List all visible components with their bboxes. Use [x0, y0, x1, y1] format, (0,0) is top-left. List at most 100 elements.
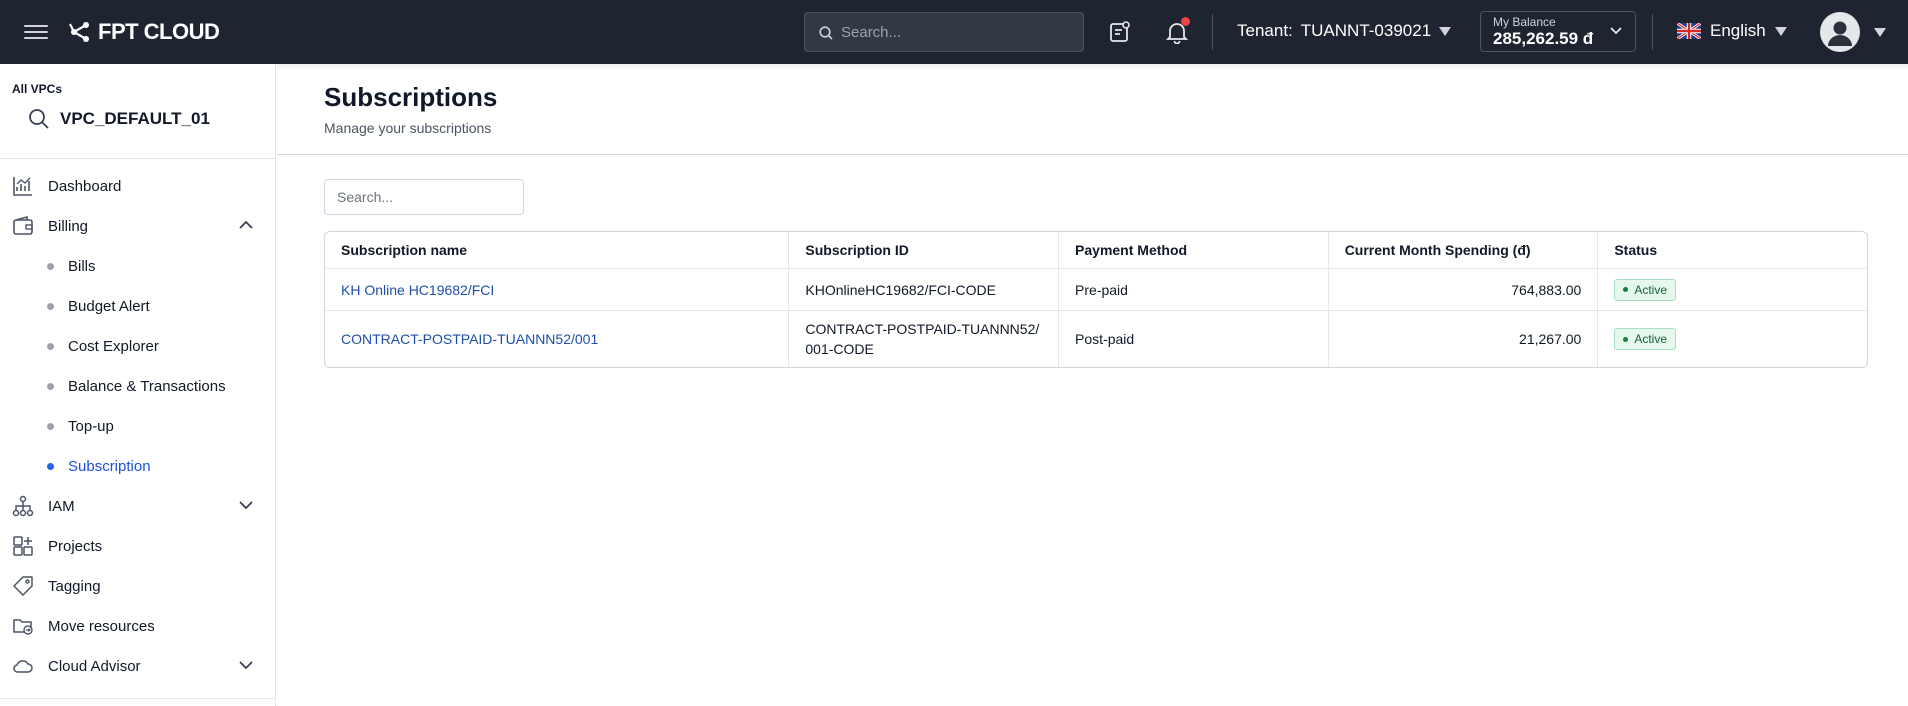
sidebar-item-label: Dashboard: [48, 177, 122, 195]
bullet: [47, 462, 54, 470]
status-cell: Active: [1597, 311, 1867, 367]
spending-cell: 764,883.00: [1327, 269, 1598, 310]
shadow: [277, 64, 1908, 70]
vpc-name: VPC_DEFAULT_01: [60, 109, 210, 128]
sidebar-item-iam[interactable]: IAM: [0, 486, 276, 526]
sidebar-item-label: Tagging: [48, 577, 101, 595]
sidebar-item-tagging[interactable]: Tagging: [0, 566, 276, 606]
sidebar-subitem-subscription[interactable]: Subscription: [0, 446, 276, 486]
sidebar-item-projects[interactable]: Projects: [0, 526, 276, 566]
status-badge: Active: [1614, 328, 1677, 350]
sidebar-item-move-resources[interactable]: Move resources: [0, 606, 276, 646]
bullet: [47, 302, 54, 310]
logo[interactable]: FPT CLOUD: [68, 19, 220, 45]
subscription-id-cell: CONTRACT-POSTPAID-TUANNN52/001-CODE: [788, 311, 1058, 367]
caret-down-icon[interactable]: [1874, 28, 1886, 37]
sidebar-subitem-label: Budget Alert: [68, 297, 150, 315]
search-icon: [29, 109, 49, 129]
subscription-name-cell: CONTRACT-POSTPAID-TUANNN52/001: [325, 311, 788, 367]
chevron-down-icon: [239, 661, 253, 670]
tenant-label: Tenant:: [1237, 21, 1293, 40]
sidebar-subitem-cost-explorer[interactable]: Cost Explorer: [0, 326, 276, 366]
language-selector[interactable]: English: [1677, 21, 1787, 41]
menu-icon[interactable]: [24, 21, 48, 43]
sidebar-item-label: Cloud Advisor: [48, 657, 141, 675]
column-header[interactable]: Subscription ID: [788, 232, 1058, 268]
tenant-selector[interactable]: Tenant: TUANNT-039021: [1237, 21, 1452, 41]
page-title: Subscriptions: [324, 82, 498, 112]
status-text: Active: [1634, 282, 1668, 297]
subscription-link[interactable]: CONTRACT-POSTPAID-TUANNN52/001: [341, 331, 598, 347]
tag-icon: [13, 576, 33, 596]
avatar[interactable]: [1820, 12, 1860, 52]
global-search-input[interactable]: [841, 23, 1071, 41]
sidebar-subitem-balance-transactions[interactable]: Balance & Transactions: [0, 366, 276, 406]
subscription-search-input[interactable]: [324, 179, 524, 215]
subscription-name-cell: KH Online HC19682/FCI: [325, 269, 788, 310]
folder-move-icon: [13, 619, 33, 635]
sidebar-item-label: Move resources: [48, 617, 155, 635]
divider: [1212, 14, 1213, 50]
search-icon: [819, 26, 833, 40]
divider: [1652, 14, 1653, 50]
divider: [0, 698, 276, 706]
spending-cell: 21,267.00: [1327, 311, 1598, 367]
payment-method-cell: Pre-paid: [1058, 269, 1328, 310]
divider: [0, 158, 276, 159]
global-search[interactable]: [804, 12, 1084, 52]
sidebar-subitem-label: Cost Explorer: [68, 337, 159, 355]
chart-line-icon: [13, 177, 32, 196]
bullet: [47, 422, 54, 430]
top-bar: FPT CLOUD Tenant: TUANNT-039021 My Balan…: [0, 0, 1908, 64]
sidebar-subitem-label: Balance & Transactions: [68, 377, 226, 395]
cloud-icon: [13, 660, 33, 673]
sidebar-subitem-bills[interactable]: Bills: [0, 246, 276, 286]
balance-value: 285,262.59 đ: [1493, 29, 1594, 48]
subscriptions-table: Subscription name Subscription ID Paymen…: [324, 231, 1868, 368]
sidebar-item-billing[interactable]: Billing: [0, 206, 276, 246]
bullet: [47, 262, 54, 270]
sidebar-subitem-budget-alert[interactable]: Budget Alert: [0, 286, 276, 326]
subscription-link[interactable]: KH Online HC19682/FCI: [341, 282, 494, 298]
fpt-logo-icon: [69, 22, 89, 42]
sidebar-nav: Dashboard Billing Bills Budget Alert Cos…: [0, 166, 276, 686]
main-content: Subscriptions Manage your subscriptions …: [277, 64, 1908, 706]
column-header[interactable]: Status: [1597, 232, 1867, 268]
table-row: KH Online HC19682/FCI KHOnlineHC19682/FC…: [325, 268, 1867, 310]
sidebar-subitem-label: Bills: [68, 257, 96, 275]
balance-label: My Balance: [1493, 15, 1556, 29]
vpc-selector[interactable]: VPC_DEFAULT_01: [28, 108, 210, 130]
chevron-up-icon: [239, 220, 253, 229]
table-header: Subscription name Subscription ID Paymen…: [325, 232, 1867, 268]
sidebar-item-label: Billing: [48, 217, 89, 235]
sidebar-subitem-top-up[interactable]: Top-up: [0, 406, 276, 446]
tenant-value: TUANNT-039021: [1300, 21, 1432, 40]
column-header[interactable]: Subscription name: [325, 232, 788, 268]
balance-dropdown[interactable]: My Balance 285,262.59 đ: [1480, 11, 1636, 52]
table-row: CONTRACT-POSTPAID-TUANNN52/001 CONTRACT-…: [325, 310, 1867, 367]
caret-down-icon: [1774, 26, 1787, 36]
sidebar-item-label: IAM: [48, 497, 75, 515]
wallet-icon: [13, 215, 33, 235]
divider: [277, 154, 1908, 155]
bullet: [47, 342, 54, 350]
notification-bell[interactable]: [1165, 17, 1190, 45]
vpc-label: All VPCs: [12, 82, 63, 96]
caret-down-icon: [1439, 26, 1452, 36]
page-subtitle: Manage your subscriptions: [324, 120, 492, 136]
logo-text: FPT CLOUD: [98, 19, 220, 44]
notification-dot: [1181, 17, 1190, 26]
status-text: Active: [1634, 332, 1668, 346]
sidebar-item-cloud-advisor[interactable]: Cloud Advisor: [0, 646, 276, 686]
column-header[interactable]: Payment Method: [1058, 232, 1328, 268]
sidebar: All VPCs VPC_DEFAULT_01 Dashboard Billin…: [0, 64, 276, 706]
bullet: [47, 382, 54, 390]
language-label: English: [1710, 21, 1766, 40]
support-ticket-icon[interactable]: [1108, 20, 1132, 44]
chevron-down-icon: [239, 501, 253, 510]
grid-plus-icon: [13, 536, 33, 556]
column-header[interactable]: Current Month Spending (đ): [1327, 232, 1598, 268]
subscription-id-cell: KHOnlineHC19682/FCI-CODE: [788, 269, 1058, 310]
sidebar-item-label: Projects: [48, 537, 103, 555]
sidebar-item-dashboard[interactable]: Dashboard: [0, 166, 276, 206]
